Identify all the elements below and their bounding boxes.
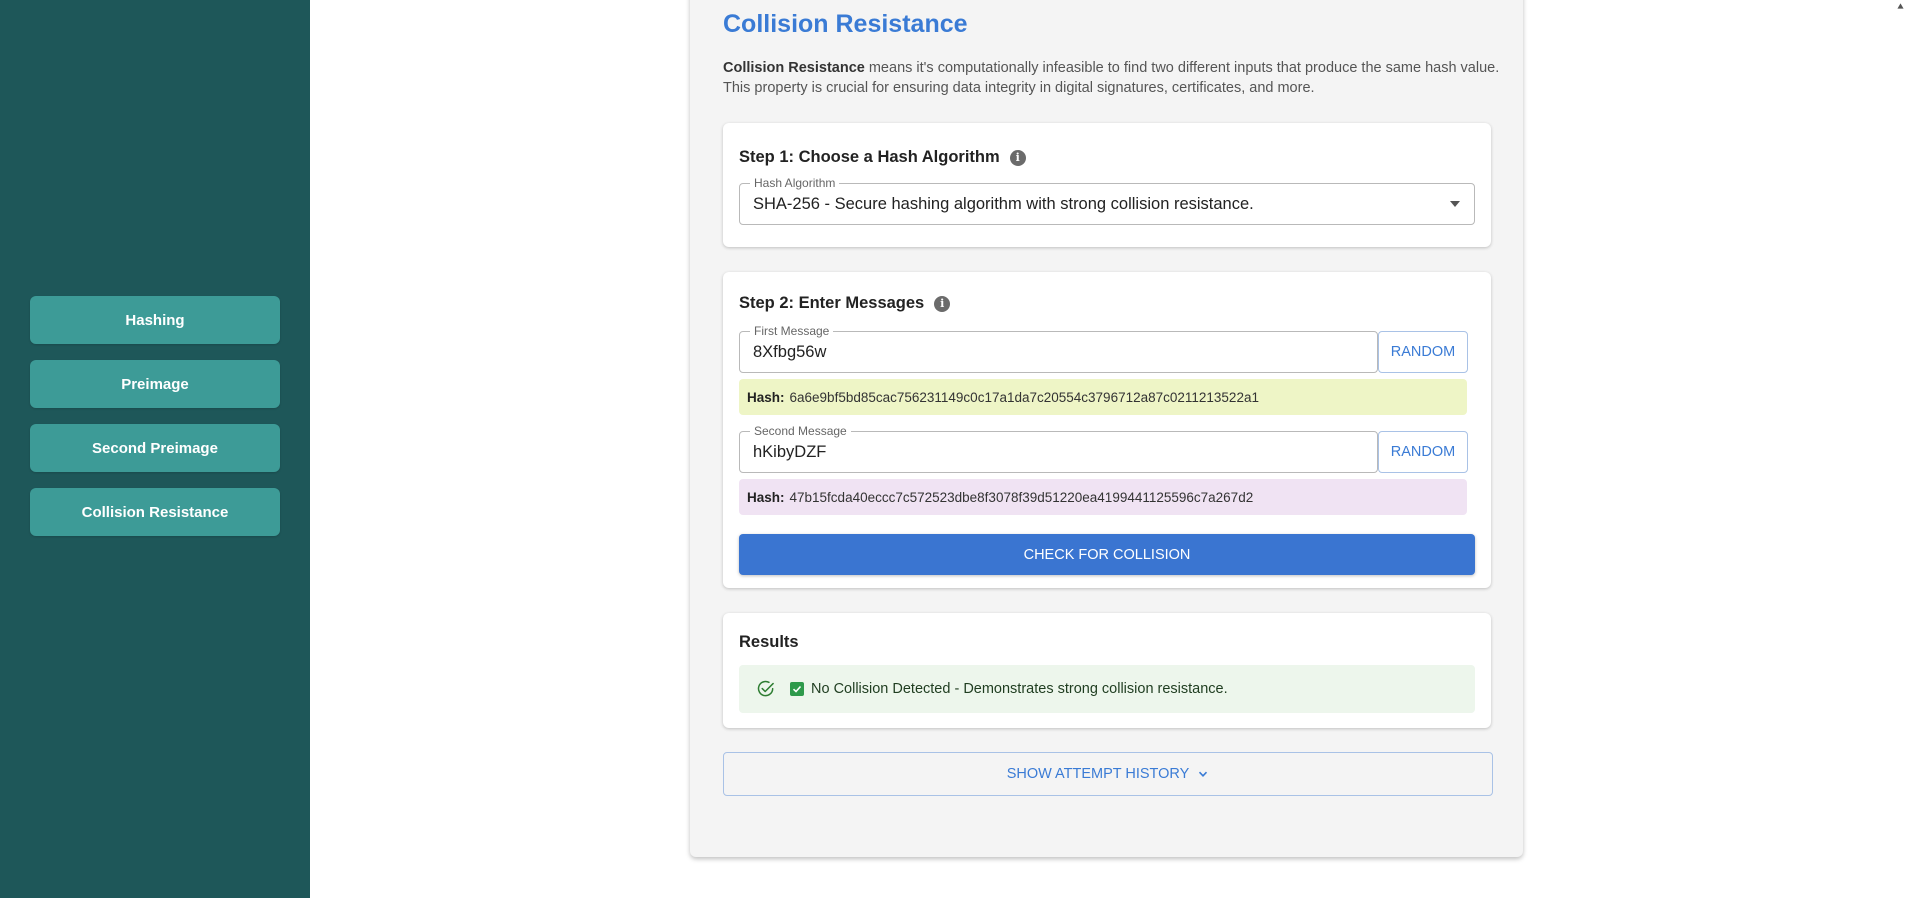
step2-heading-text: Step 2: Enter Messages xyxy=(739,294,925,312)
second-hash-display: Hash: 47b15fcda40eccc7c572523dbe8f3078f3… xyxy=(739,479,1467,515)
sidebar-item-second-preimage[interactable]: Second Preimage xyxy=(30,424,280,472)
check-circle-icon xyxy=(757,680,774,697)
first-hash-value: 6a6e9bf5bd85cac756231149c0c17a1da7c20554… xyxy=(789,389,1259,405)
second-hash-value: 47b15fcda40eccc7c572523dbe8f3078f39d5122… xyxy=(789,489,1254,505)
sidebar: Hashing Preimage Second Preimage Collisi… xyxy=(0,0,310,898)
step2-heading: Step 2: Enter Messages i xyxy=(739,294,951,313)
first-hash-label: Hash: xyxy=(747,389,785,405)
result-message: No Collision Detected - Demonstrates str… xyxy=(811,681,1228,697)
sidebar-item-collision-resistance[interactable]: Collision Resistance xyxy=(30,488,280,536)
sidebar-nav: Hashing Preimage Second Preimage Collisi… xyxy=(30,296,280,552)
checkbox-checked-icon xyxy=(790,682,804,696)
results-heading: Results xyxy=(739,633,799,651)
dropdown-caret-icon[interactable] xyxy=(1450,201,1460,207)
messages-card: Step 2: Enter Messages i First Message 8… xyxy=(723,272,1491,588)
random-second-button[interactable]: RANDOM xyxy=(1378,431,1468,473)
page-title: Collision Resistance xyxy=(723,10,968,38)
algorithm-card: Step 1: Choose a Hash Algorithm i Hash A… xyxy=(723,123,1491,247)
intro-term: Collision Resistance xyxy=(723,60,865,76)
intro-text: Collision Resistance means it's computat… xyxy=(723,58,1503,98)
hash-algorithm-value: SHA-256 - Secure hashing algorithm with … xyxy=(753,194,1254,213)
sidebar-item-hashing[interactable]: Hashing xyxy=(30,296,280,344)
results-card: Results No Collision Detected - Demonstr… xyxy=(723,613,1491,728)
sidebar-item-preimage[interactable]: Preimage xyxy=(30,360,280,408)
step1-heading: Step 1: Choose a Hash Algorithm i xyxy=(739,148,1026,167)
first-message-input[interactable]: First Message 8Xfbg56w xyxy=(739,324,1378,373)
chevron-down-icon xyxy=(1199,771,1208,777)
first-message-value[interactable]: 8Xfbg56w xyxy=(753,332,826,372)
scrollbar[interactable] xyxy=(1892,0,1908,898)
info-icon[interactable]: i xyxy=(1009,149,1026,166)
check-collision-button[interactable]: CHECK FOR COLLISION xyxy=(739,534,1475,575)
random-first-button[interactable]: RANDOM xyxy=(1378,331,1468,373)
result-alert: No Collision Detected - Demonstrates str… xyxy=(739,665,1475,713)
second-hash-label: Hash: xyxy=(747,489,785,505)
second-message-input[interactable]: Second Message hKibyDZF xyxy=(739,424,1378,473)
second-message-value[interactable]: hKibyDZF xyxy=(753,432,826,472)
scroll-up-arrow-icon[interactable] xyxy=(1897,2,1904,10)
info-icon[interactable]: i xyxy=(934,295,951,312)
step1-heading-text: Step 1: Choose a Hash Algorithm xyxy=(739,148,1000,166)
hash-algorithm-select[interactable]: Hash Algorithm SHA-256 - Secure hashing … xyxy=(739,176,1475,225)
show-attempt-history-button[interactable]: SHOW ATTEMPT HISTORY xyxy=(723,752,1493,796)
show-attempt-history-label: SHOW ATTEMPT HISTORY xyxy=(1006,766,1190,782)
main-panel: Collision Resistance Collision Resistanc… xyxy=(690,0,1523,857)
first-hash-display: Hash: 6a6e9bf5bd85cac756231149c0c17a1da7… xyxy=(739,379,1467,415)
